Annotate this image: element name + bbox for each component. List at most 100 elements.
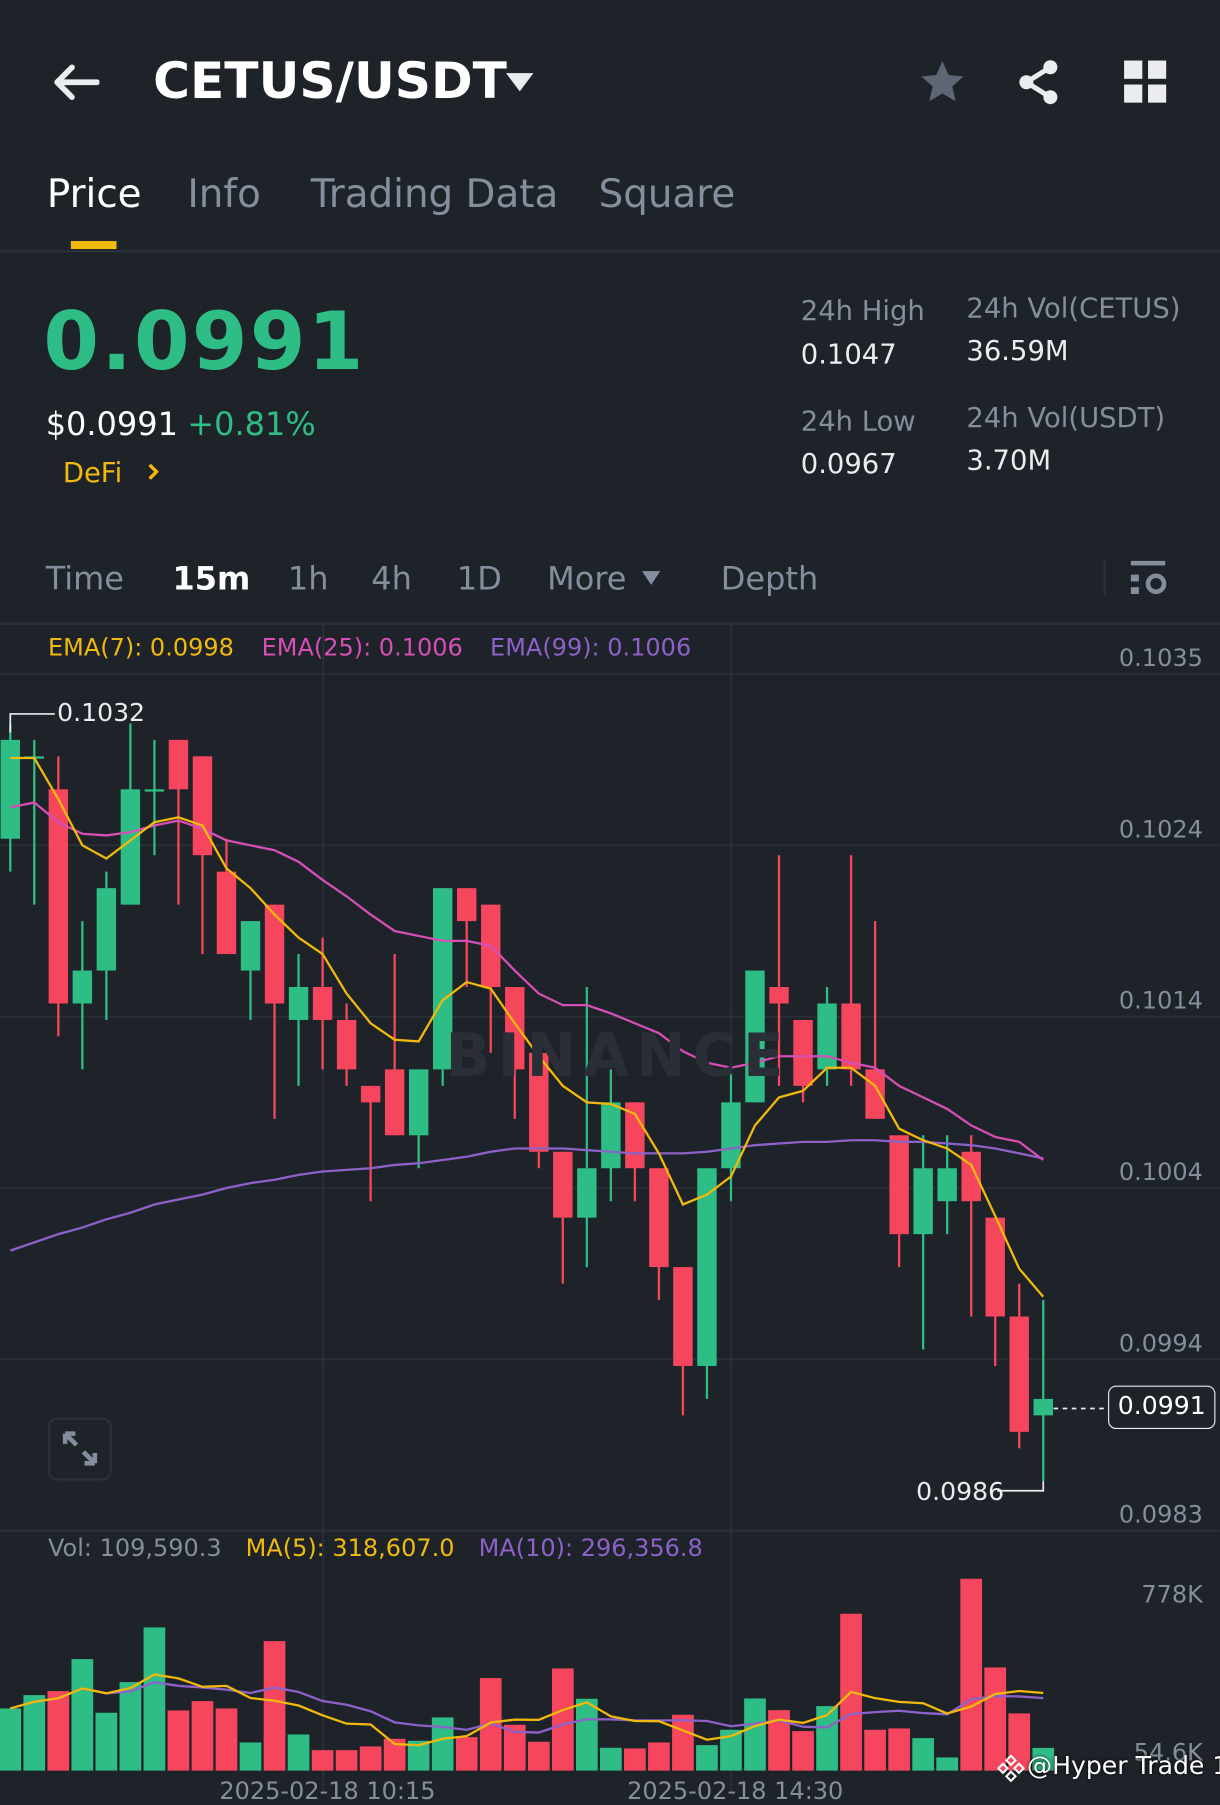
caret-down-icon[interactable]: [505, 71, 535, 94]
expand-icon: [62, 1431, 98, 1466]
candle-up: [96, 888, 117, 971]
tab-info[interactable]: Info: [187, 171, 261, 217]
candle-up: [408, 1069, 429, 1136]
current-price-tag: 0.0991: [1108, 1385, 1216, 1430]
time-axis-label: 2025-02-18 10:15: [219, 1777, 436, 1805]
high-marker-line: [9, 713, 55, 733]
high-marker-label: 0.1032: [57, 699, 146, 728]
volume-bar: [672, 1714, 694, 1771]
market-screen: CETUS/USDT Price Info Trading Data Squar…: [0, 0, 1220, 1805]
ema7-legend: EMA(7): 0.0998: [47, 633, 234, 662]
volume-bar: [167, 1710, 190, 1771]
candle-down: [673, 1267, 693, 1366]
star-icon[interactable]: [918, 58, 966, 106]
tab-price[interactable]: Price: [47, 171, 142, 217]
candle-up: [937, 1168, 957, 1202]
interval-1h[interactable]: 1h: [288, 560, 329, 598]
volume-axis-label: 778K: [1141, 1580, 1203, 1609]
volume-bar: [527, 1741, 550, 1771]
candle-down: [649, 1168, 669, 1268]
volume-bar: [648, 1742, 670, 1771]
candle-down: [769, 987, 789, 1004]
tab-trading-data[interactable]: Trading Data: [311, 171, 559, 217]
candle-up: [144, 789, 165, 792]
vol-base-label: 24h Vol(CETUS): [966, 292, 1181, 325]
candle-down: [841, 1003, 861, 1070]
category-link[interactable]: DeFi: [63, 457, 122, 489]
candle-up: [240, 921, 261, 971]
binance-watermark: BINANCE: [445, 1022, 791, 1091]
depth-tab[interactable]: Depth: [721, 560, 818, 598]
interval-15m[interactable]: 15m: [172, 560, 250, 598]
fullscreen-button[interactable]: [47, 1417, 112, 1481]
candle-down: [192, 756, 213, 856]
share-icon[interactable]: [1014, 57, 1062, 107]
candle-up: [721, 1102, 741, 1169]
candle-down: [336, 1019, 357, 1070]
candle-up: [817, 1003, 837, 1070]
low-label: 24h Low: [800, 405, 916, 438]
volume-bar: [311, 1750, 334, 1771]
price-axis-label: 0.1004: [1118, 1158, 1203, 1186]
back-arrow-icon[interactable]: [51, 64, 100, 101]
interval-4h[interactable]: 4h: [371, 560, 412, 598]
interval-1d[interactable]: 1D: [457, 560, 502, 598]
pair-title[interactable]: CETUS/USDT: [153, 53, 507, 111]
grid-icon[interactable]: [1124, 60, 1167, 103]
candle-down: [457, 888, 477, 922]
divider: [0, 622, 1220, 625]
volume-ma5-legend: MA(5): 318,607.0: [245, 1534, 455, 1562]
volume-bar: [335, 1750, 358, 1771]
credit-watermark: @Hyper Trade 1: [1026, 1752, 1220, 1781]
volume-bar: [624, 1748, 646, 1771]
candle-down: [216, 871, 237, 955]
tab-square[interactable]: Square: [599, 171, 736, 217]
candlestick-chart[interactable]: [0, 0, 1220, 1792]
low-value: 0.0967: [800, 447, 897, 480]
volume-bar: [575, 1698, 598, 1771]
volume-bar: [239, 1742, 262, 1771]
price-axis-label: 0.0983: [1118, 1501, 1203, 1529]
divider: [1103, 559, 1106, 597]
volume-bar: [455, 1737, 478, 1771]
candle-up: [577, 1168, 597, 1218]
vol-quote-value: 3.70M: [966, 444, 1052, 477]
volume-bar: [359, 1746, 382, 1771]
interval-time[interactable]: Time: [46, 560, 124, 598]
chevron-right-icon[interactable]: [146, 461, 160, 482]
low-marker-line: [997, 1481, 1045, 1492]
usd-price: $0.0991: [45, 405, 178, 444]
volume-bar: [696, 1745, 718, 1771]
volume-bar: [888, 1728, 910, 1771]
ema25-legend: EMA(25): 0.1006: [261, 633, 463, 662]
candle-down: [793, 1019, 813, 1086]
high-value: 0.1047: [800, 338, 897, 371]
volume-bar: [71, 1659, 94, 1771]
volume-bar: [95, 1712, 118, 1771]
price-axis-label: 0.1014: [1118, 986, 1203, 1015]
candle-up: [120, 789, 141, 905]
vol-quote-label: 24h Vol(USDT): [966, 402, 1166, 435]
divider: [0, 250, 1220, 253]
volume-bar: [215, 1708, 238, 1771]
volume-bar: [792, 1731, 814, 1771]
price-axis-label: 0.0994: [1118, 1329, 1203, 1358]
volume-bar: [600, 1747, 622, 1771]
volume-bar: [864, 1729, 886, 1771]
more-caret-icon[interactable]: [641, 570, 662, 586]
ema25-line: [10, 801, 1044, 1161]
candle-down: [384, 1069, 405, 1136]
volume-bar: [191, 1701, 214, 1771]
volume-bar: [143, 1627, 166, 1771]
volume-bar: [744, 1698, 766, 1771]
volume-bar: [0, 1708, 22, 1771]
price-axis-label: 0.1024: [1118, 815, 1203, 844]
volume-bar: [912, 1738, 935, 1771]
candle-down: [168, 739, 189, 790]
interval-more[interactable]: More: [547, 560, 626, 598]
volume-bar: [47, 1691, 70, 1771]
volume-bar: [551, 1668, 574, 1771]
chart-settings-icon[interactable]: [1129, 559, 1168, 598]
ema99-line: [9, 1139, 1044, 1252]
volume-bar: [936, 1757, 959, 1771]
